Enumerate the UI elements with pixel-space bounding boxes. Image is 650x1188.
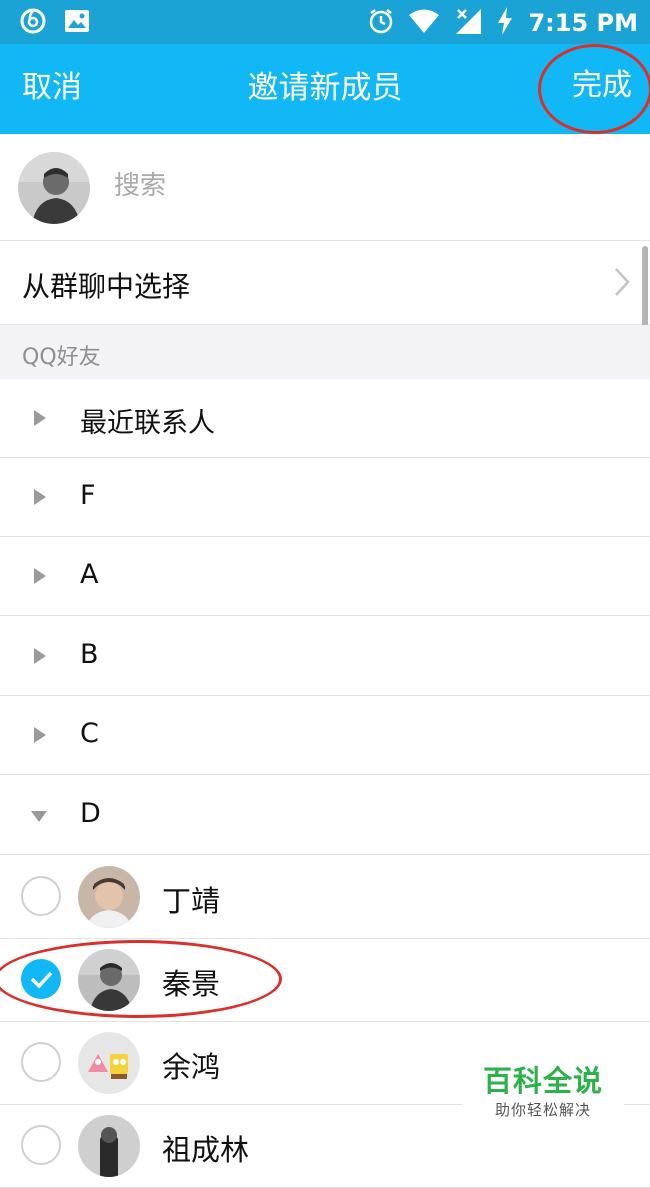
chevron-right-icon <box>614 267 630 301</box>
triangle-right-icon <box>32 409 48 431</box>
select-from-group-chat-label: 从群聊中选择 <box>22 270 191 303</box>
cancel-button[interactable]: 取消 <box>22 70 82 106</box>
select-checkbox[interactable] <box>21 1125 61 1165</box>
watermark-title: 百科全说 <box>482 1064 603 1098</box>
charging-icon <box>496 6 514 40</box>
category-recent-contacts[interactable]: 最近联系人 <box>0 379 650 458</box>
triangle-right-icon <box>32 726 48 748</box>
done-button[interactable]: 完成 <box>572 68 632 104</box>
section-label-qq-friends: QQ好友 <box>22 345 101 370</box>
status-bar: 7:15 PM <box>0 0 650 44</box>
avatar <box>78 949 140 1011</box>
search-input[interactable] <box>112 170 616 202</box>
select-checkbox[interactable] <box>21 876 61 916</box>
section-header: QQ好友 <box>0 325 650 379</box>
category-label: 最近联系人 <box>80 408 215 439</box>
category-c[interactable]: C <box>0 696 650 775</box>
watermark: 百科全说 助你轻松解决 <box>462 1062 624 1134</box>
netease-music-icon <box>20 8 46 38</box>
triangle-right-icon <box>32 647 48 669</box>
wifi-icon <box>408 8 440 38</box>
signal-icon <box>454 7 482 39</box>
friend-name: 丁靖 <box>162 884 221 918</box>
list-item[interactable]: 丁靖 <box>0 856 650 939</box>
friend-name: 余鸿 <box>162 1050 221 1084</box>
image-icon <box>64 9 90 37</box>
category-b[interactable]: B <box>0 617 650 696</box>
category-label: A <box>80 559 99 590</box>
select-checkbox[interactable] <box>21 1042 61 1082</box>
friend-name: 秦景 <box>162 967 221 1001</box>
status-left-icons <box>20 8 90 38</box>
avatar <box>78 1032 140 1094</box>
nav-bar: 邀请新成员 取消 完成 <box>0 44 650 134</box>
check-icon <box>30 971 53 989</box>
category-a[interactable]: A <box>0 537 650 616</box>
category-label: B <box>80 639 99 670</box>
watermark-subtitle: 助你轻松解决 <box>494 1101 591 1119</box>
select-from-group-chat[interactable]: 从群聊中选择 <box>0 241 650 325</box>
triangle-right-icon <box>32 488 48 510</box>
category-label: C <box>80 718 99 749</box>
category-label: D <box>80 798 101 829</box>
avatar <box>18 152 90 224</box>
category-d[interactable]: D <box>0 776 650 855</box>
avatar <box>78 866 140 928</box>
list-item[interactable]: 秦景 <box>0 939 650 1022</box>
category-f[interactable]: F <box>0 458 650 537</box>
search-row <box>0 134 650 241</box>
friend-name: 祖成林 <box>162 1133 250 1167</box>
status-time: 7:15 PM <box>528 9 638 37</box>
triangle-right-icon <box>32 567 48 589</box>
checked-checkbox[interactable] <box>21 959 61 999</box>
page-title: 邀请新成员 <box>247 70 403 106</box>
triangle-down-icon <box>30 808 48 827</box>
category-label: F <box>80 480 96 511</box>
alarm-icon <box>368 7 394 39</box>
avatar <box>78 1115 140 1177</box>
status-right-icons: 7:15 PM <box>368 6 638 40</box>
